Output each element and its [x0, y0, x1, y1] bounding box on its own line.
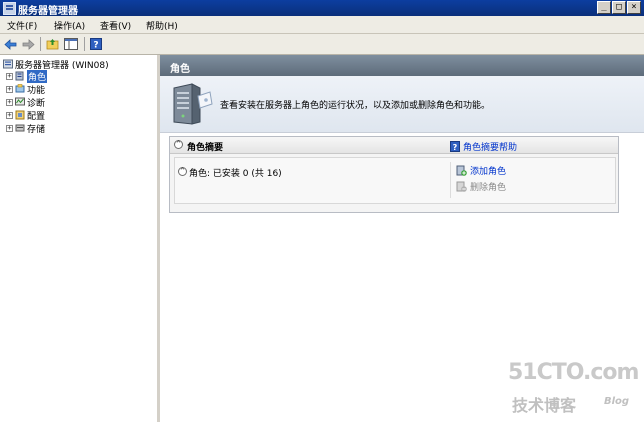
- help-icon[interactable]: ?: [89, 37, 103, 51]
- minimize-button[interactable]: _: [597, 1, 611, 14]
- show-hide-tree-icon[interactable]: [64, 37, 78, 51]
- tree-item-features[interactable]: + 功能: [6, 83, 46, 96]
- up-folder-icon[interactable]: [45, 37, 59, 51]
- roles-summary-section: ^ 角色摘要 ? 角色摘要帮助 ^ 角色: 已安装 0 (共 16) 添加角色 …: [169, 136, 619, 213]
- expand-icon[interactable]: +: [6, 72, 13, 80]
- tree-item-label: 诊断: [27, 98, 46, 109]
- tree-item-label: 配置: [27, 111, 46, 122]
- help-icon: ?: [450, 141, 460, 152]
- remove-roles-label: 删除角色: [470, 183, 507, 193]
- tree-item-diagnostics[interactable]: + 诊断: [6, 96, 46, 109]
- tree-item-label: 存储: [27, 124, 46, 135]
- title-bar[interactable]: 服务器管理器 _ □ ×: [0, 0, 644, 17]
- menu-view[interactable]: 查看(V): [100, 19, 131, 32]
- pane-header: 角色: [160, 55, 644, 76]
- features-icon: [15, 84, 25, 93]
- roles-subpanel: ^ 角色: 已安装 0 (共 16) 添加角色 删除角色: [174, 157, 616, 204]
- add-roles-icon: [456, 165, 467, 176]
- watermark-main: 51CTO.com: [508, 360, 639, 385]
- tree-item-label: 角色: [27, 69, 48, 83]
- server-manager-icon: [3, 59, 13, 69]
- configuration-icon: [15, 110, 25, 120]
- remove-roles-icon: [456, 181, 467, 192]
- intro-description: 查看安装在服务器上角色的运行状况，以及添加或删除角色和功能。: [220, 101, 491, 111]
- watermark-blog: Blog: [604, 396, 630, 407]
- toolbar-separator: [84, 37, 85, 51]
- pane-title: 角色: [170, 64, 190, 75]
- add-roles-link[interactable]: 添加角色: [456, 164, 506, 177]
- roles-intro-banner: 查看安装在服务器上角色的运行状况，以及添加或删除角色和功能。: [160, 76, 644, 133]
- toolbar-separator: [40, 37, 41, 51]
- roles-summary-title: 角色摘要: [187, 143, 224, 153]
- help-link-label: 角色摘要帮助: [463, 143, 518, 153]
- remove-roles-link[interactable]: 删除角色: [456, 180, 506, 193]
- tree-item-roles[interactable]: + 角色: [6, 69, 48, 83]
- tree-item-configuration[interactable]: + 配置: [6, 109, 46, 122]
- roles-actions: 添加角色 删除角色: [450, 162, 611, 198]
- expand-icon[interactable]: +: [6, 85, 13, 93]
- roles-summary-header: ^ 角色摘要 ? 角色摘要帮助: [170, 137, 618, 154]
- svg-text:?: ?: [453, 143, 458, 152]
- diagnostics-icon: [15, 97, 25, 106]
- watermark-sub: 技术博客: [512, 396, 577, 415]
- menu-file[interactable]: 文件(F): [7, 19, 37, 32]
- 51cto-watermark: 51CTO.com 技术博客 Blog: [508, 360, 639, 416]
- collapse-icon[interactable]: ^: [174, 140, 183, 149]
- close-button[interactable]: ×: [627, 1, 641, 14]
- svg-text:?: ?: [93, 41, 98, 51]
- roles-icon: [15, 71, 24, 81]
- expand-icon[interactable]: +: [6, 111, 13, 119]
- tree-item-storage[interactable]: + 存储: [6, 122, 46, 135]
- storage-icon: [15, 124, 25, 132]
- navigation-tree: 服务器管理器 (WIN08) + 角色 + 功能 + 诊断 + 配置 + 存储: [0, 55, 157, 422]
- menu-action[interactable]: 操作(A): [54, 19, 85, 32]
- forward-arrow-icon[interactable]: [21, 37, 35, 51]
- expand-icon[interactable]: +: [6, 98, 13, 106]
- maximize-button[interactable]: □: [612, 1, 626, 14]
- menu-help[interactable]: 帮助(H): [146, 19, 178, 32]
- add-roles-label: 添加角色: [470, 167, 507, 177]
- collapse-icon[interactable]: ^: [178, 167, 187, 176]
- server-manager-icon: [3, 2, 16, 15]
- roles-summary-help-link[interactable]: ? 角色摘要帮助: [450, 140, 517, 153]
- back-arrow-icon[interactable]: [3, 37, 17, 51]
- window-title: 服务器管理器: [18, 6, 78, 17]
- tree-item-label: 功能: [27, 85, 46, 96]
- menu-bar: 文件(F) 操作(A) 查看(V) 帮助(H): [0, 16, 644, 34]
- expand-icon[interactable]: +: [6, 124, 13, 132]
- server-roles-icon: [173, 83, 213, 125]
- tree-root-server-manager[interactable]: 服务器管理器 (WIN08): [3, 58, 109, 71]
- roles-installed-status: 角色: 已安装 0 (共 16): [189, 169, 282, 179]
- toolbar: ?: [0, 34, 644, 55]
